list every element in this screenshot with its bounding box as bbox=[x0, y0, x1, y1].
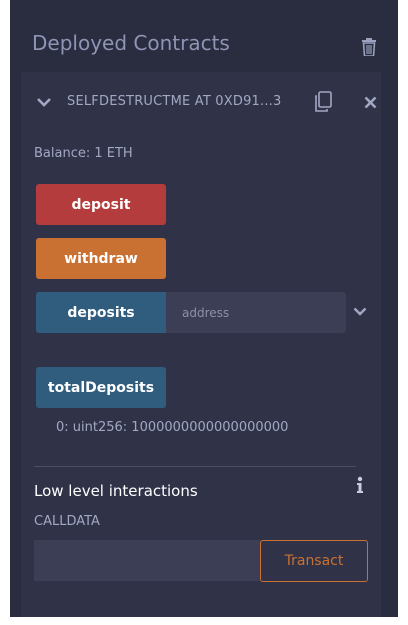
chevron-down-icon[interactable] bbox=[36, 97, 52, 107]
chevron-down-icon[interactable] bbox=[353, 307, 367, 316]
withdraw-button[interactable]: withdraw bbox=[36, 238, 166, 279]
contract-name[interactable]: SELFDESTRUCTME AT 0XD91...3 bbox=[67, 94, 282, 109]
trash-icon[interactable] bbox=[361, 38, 377, 56]
deposits-button[interactable]: deposits bbox=[36, 292, 166, 333]
transact-button[interactable]: Transact bbox=[260, 540, 368, 582]
panel-title: Deployed Contracts bbox=[32, 31, 230, 55]
deployed-contracts-panel: Deployed Contracts SELFDESTRUCTME AT 0XD… bbox=[10, 0, 398, 617]
divider bbox=[34, 466, 356, 467]
deposits-address-input[interactable] bbox=[166, 292, 346, 333]
low-level-title: Low level interactions bbox=[34, 482, 198, 500]
contract-balance: Balance: 1 ETH bbox=[34, 146, 133, 161]
deposit-button[interactable]: deposit bbox=[36, 184, 166, 225]
close-icon[interactable] bbox=[364, 96, 377, 109]
total-deposits-button[interactable]: totalDeposits bbox=[36, 367, 166, 408]
copy-icon[interactable] bbox=[314, 91, 332, 112]
info-icon[interactable] bbox=[356, 476, 364, 494]
calldata-label: CALLDATA bbox=[34, 514, 100, 529]
calldata-input[interactable] bbox=[34, 540, 260, 581]
total-deposits-result: 0: uint256: 1000000000000000000 bbox=[56, 420, 289, 435]
